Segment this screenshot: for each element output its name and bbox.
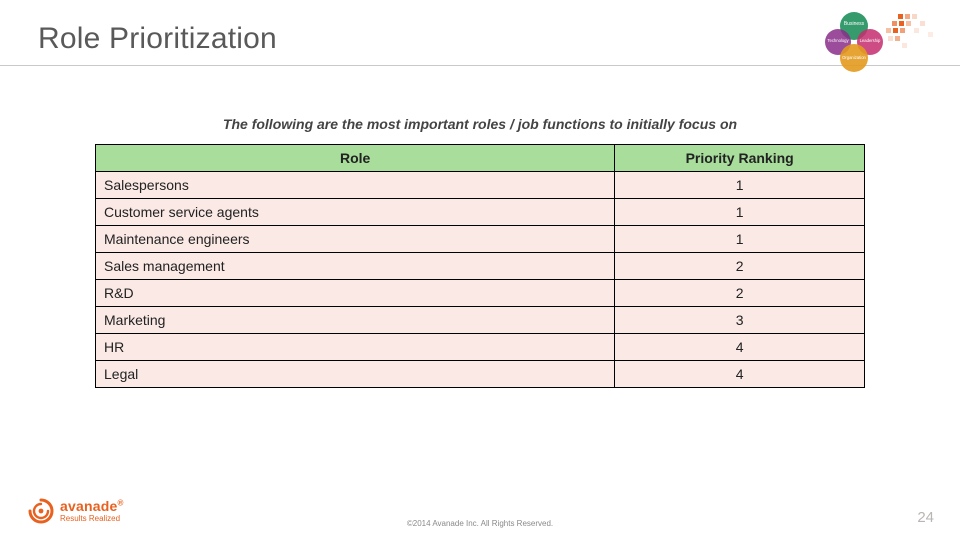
table-row: Customer service agents 1 [96,199,865,226]
subtitle: The following are the most important rol… [0,116,960,132]
rank-cell: 2 [615,280,865,307]
role-cell: Maintenance engineers [96,226,615,253]
role-cell: Marketing [96,307,615,334]
col-header-role: Role [96,145,615,172]
table-row: HR 4 [96,334,865,361]
brand-name: avanade [60,498,117,514]
table-row: Legal 4 [96,361,865,388]
table-row: Sales management 2 [96,253,865,280]
svg-text:Organization: Organization [842,55,866,60]
copyright: ©2014 Avanade Inc. All Rights Reserved. [0,519,960,528]
slide: Role Prioritization Business Technology … [0,0,960,540]
logo-brand: avanade® [60,499,124,513]
role-cell: Salespersons [96,172,615,199]
page-number: 24 [917,509,934,526]
table-row: Salespersons 1 [96,172,865,199]
table-row: R&D 2 [96,280,865,307]
rank-cell: 1 [615,172,865,199]
corner-graphic: Business Technology Leadership Organizat… [802,8,952,78]
role-cell: Legal [96,361,615,388]
role-priority-table: Role Priority Ranking Salespersons 1 Cus… [95,144,865,388]
col-header-rank: Priority Ranking [615,145,865,172]
rank-cell: 1 [615,199,865,226]
table-row: Maintenance engineers 1 [96,226,865,253]
rank-cell: 2 [615,253,865,280]
svg-text:Leadership: Leadership [860,38,881,43]
rank-cell: 3 [615,307,865,334]
table-row: Marketing 3 [96,307,865,334]
rank-cell: 4 [615,361,865,388]
role-cell: Sales management [96,253,615,280]
role-cell: Customer service agents [96,199,615,226]
rank-cell: 4 [615,334,865,361]
registered-mark: ® [117,498,123,507]
svg-text:Technology: Technology [827,38,849,43]
rank-cell: 1 [615,226,865,253]
page-title: Role Prioritization [38,22,277,56]
role-cell: R&D [96,280,615,307]
role-cell: HR [96,334,615,361]
svg-text:Business: Business [844,21,865,27]
table-header-row: Role Priority Ranking [96,145,865,172]
